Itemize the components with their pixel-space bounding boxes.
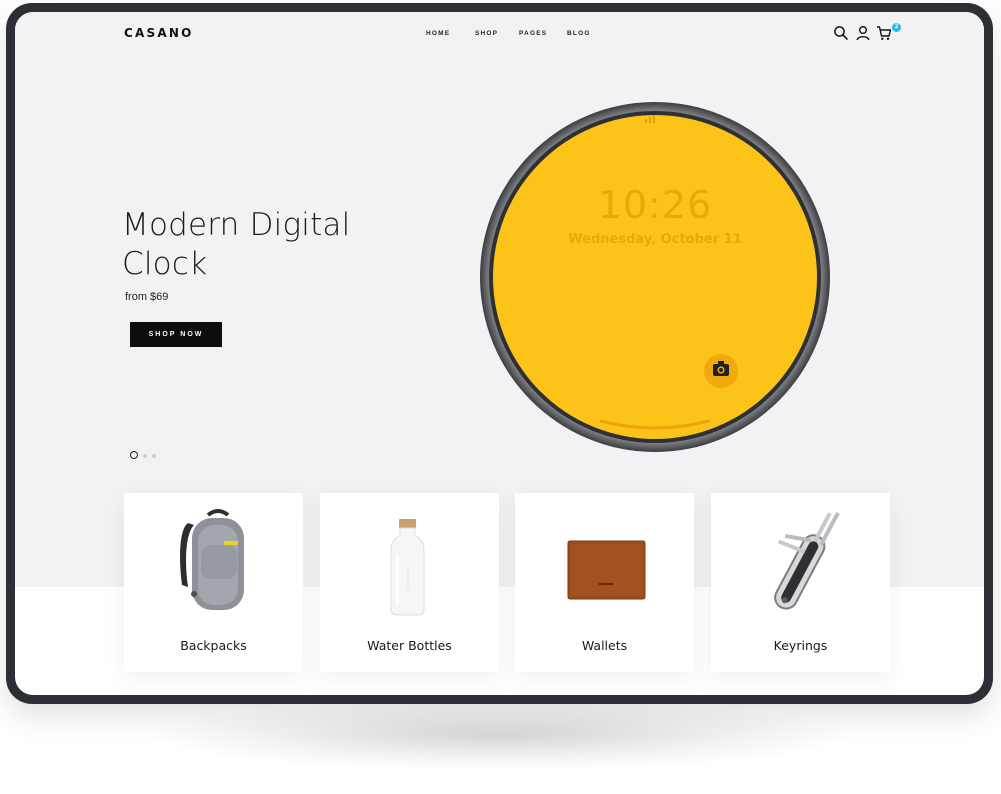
screen: CASANO HOME SHOP PAGES BLOG 2 Modern Dig… [15,12,984,695]
site-logo[interactable]: CASANO [124,26,193,40]
slider-dot-3[interactable] [152,453,156,458]
clock-date: Wednesday, October 11 [568,232,742,247]
clock-time: 10:26 [597,183,713,227]
clock-graphic [480,102,830,452]
category-card-backpacks[interactable]: Backpacks [124,493,303,672]
shop-now-button[interactable]: SHOP NOW [130,322,222,347]
category-label: Backpacks [180,638,247,653]
category-label: Water Bottles [367,638,452,653]
hero-title: Modern Digital Clock [122,206,422,284]
user-icon[interactable] [855,25,871,41]
hero-price: from $69 [125,291,169,303]
category-card-wallets[interactable]: Wallets [515,493,694,672]
wallet-image [515,493,694,628]
hero-clock-image: 10:26 Wednesday, October 11 [475,97,835,457]
backpack-image [124,493,303,628]
header-actions [833,25,913,45]
cart-count-badge: 2 [892,23,901,32]
category-card-keyrings[interactable]: Keyrings [711,493,890,672]
slider-dot-1[interactable] [130,451,138,459]
device-frame: CASANO HOME SHOP PAGES BLOG 2 Modern Dig… [6,3,993,704]
keyring-image [711,493,890,628]
nav-shop[interactable]: SHOP [475,30,498,37]
search-icon[interactable] [833,25,849,41]
hero-title-line2: Clock [122,246,208,282]
category-card-water-bottles[interactable]: Water Bottles [320,493,499,672]
category-label: Wallets [581,638,628,653]
hero-title-line1: Modern Digital [122,207,351,243]
nav-pages[interactable]: PAGES [519,30,547,37]
nav-home[interactable]: HOME [426,30,450,37]
device-shadow [150,700,850,770]
cart-icon[interactable] [876,25,892,41]
nav-blog[interactable]: BLOG [567,30,591,37]
slider-dot-2[interactable] [143,453,147,458]
water-bottle-image [320,493,499,628]
category-label: Keyrings [773,638,828,653]
